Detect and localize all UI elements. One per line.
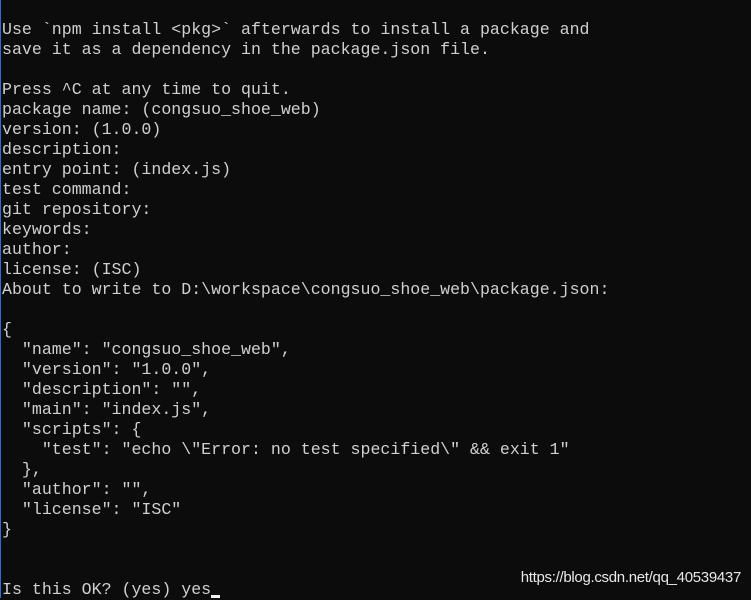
terminal-line: description:	[2, 140, 122, 159]
terminal-line: "main": "index.js",	[2, 400, 212, 419]
terminal-line: test command:	[2, 180, 132, 199]
terminal-line: "description": "",	[2, 380, 202, 399]
terminal-line: package name: (congsuo_shoe_web)	[2, 100, 321, 119]
terminal-line: {	[2, 320, 12, 339]
terminal-line: "version": "1.0.0",	[2, 360, 212, 379]
terminal-line: "name": "congsuo_shoe_web",	[2, 340, 291, 359]
watermark: https://blog.csdn.net/qq_40539437	[520, 569, 742, 586]
terminal-line: license: (ISC)	[2, 260, 142, 279]
terminal-line: "author": "",	[2, 480, 152, 499]
terminal-line: "test": "echo \"Error: no test specified…	[2, 440, 570, 459]
terminal-line: "scripts": {	[2, 420, 142, 439]
prompt-line[interactable]: Is this OK? (yes) yes	[2, 580, 609, 600]
terminal-line: About to write to D:\workspace\congsuo_s…	[2, 280, 610, 299]
terminal-output[interactable]: Use `npm install <pkg>` afterwards to in…	[2, 20, 609, 600]
terminal-line: entry point: (index.js)	[2, 160, 232, 179]
terminal-line: author:	[2, 240, 72, 259]
terminal-line: keywords:	[2, 220, 92, 239]
terminal-line: save it as a dependency in the package.j…	[2, 40, 490, 59]
terminal-line: version: (1.0.0)	[2, 120, 162, 139]
terminal-line: "license": "ISC"	[2, 500, 182, 519]
terminal-line: },	[2, 460, 42, 479]
prompt-text: Is this OK? (yes) yes	[2, 580, 212, 599]
terminal-line: Use `npm install <pkg>` afterwards to in…	[2, 20, 590, 39]
terminal-line: }	[2, 520, 12, 539]
terminal-line: Press ^C at any time to quit.	[2, 80, 291, 99]
terminal-line: git repository:	[2, 200, 152, 219]
